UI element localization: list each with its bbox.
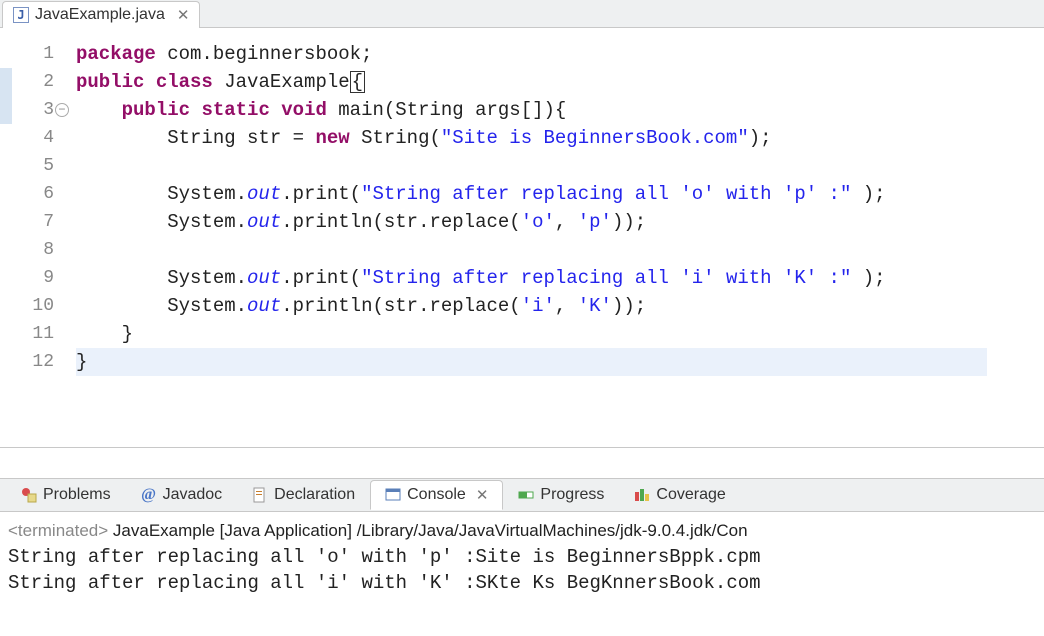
fold-icon[interactable]: −	[55, 103, 69, 117]
code-editor[interactable]: 1 2 3 − 4 5 6 7 8 9 10 11 12 package com…	[0, 28, 1044, 448]
line-number: 12	[12, 348, 60, 376]
line-number: 2	[12, 68, 60, 96]
line-number: 10	[12, 292, 60, 320]
line-number: 5	[12, 152, 60, 180]
close-icon[interactable]: ✕	[476, 486, 489, 504]
tab-console[interactable]: Console ✕	[370, 480, 503, 510]
line-number-gutter: 1 2 3 − 4 5 6 7 8 9 10 11 12	[12, 28, 60, 447]
problems-icon	[21, 487, 37, 503]
bottom-views-tab-bar: Problems @ Javadoc Declaration Console ✕…	[0, 478, 1044, 512]
javadoc-icon: @	[141, 487, 157, 503]
progress-icon	[518, 487, 534, 503]
line-number: 7	[12, 208, 60, 236]
line-number: 11	[12, 320, 60, 348]
coverage-icon	[634, 487, 650, 503]
console-line: String after replacing all 'o' with 'p' …	[8, 546, 761, 568]
tab-progress[interactable]: Progress	[503, 480, 619, 510]
current-line: }	[76, 348, 987, 376]
line-number: 4	[12, 124, 60, 152]
tab-title: JavaExample.java	[35, 6, 165, 24]
line-number: 6	[12, 180, 60, 208]
close-icon[interactable]: ✕	[177, 6, 190, 24]
editor-tab[interactable]: J JavaExample.java ✕	[2, 1, 200, 28]
cursor: {	[350, 71, 365, 93]
console-icon	[385, 487, 401, 503]
tab-javadoc[interactable]: @ Javadoc	[126, 480, 238, 510]
line-number: 3 −	[12, 96, 60, 124]
editor-tab-bar: J JavaExample.java ✕	[0, 0, 1044, 28]
line-number: 1	[12, 40, 60, 68]
tab-coverage[interactable]: Coverage	[619, 480, 740, 510]
tab-declaration[interactable]: Declaration	[237, 480, 370, 510]
console-status: <terminated>	[8, 521, 108, 540]
overview-ruler	[0, 28, 12, 447]
code-content[interactable]: package com.beginnersbook; public class …	[60, 28, 1044, 447]
console-line: String after replacing all 'i' with 'K' …	[8, 572, 761, 594]
line-number: 8	[12, 236, 60, 264]
console-output[interactable]: <terminated> JavaExample [Java Applicati…	[0, 512, 1044, 602]
java-file-icon: J	[13, 7, 29, 23]
console-run-config: JavaExample [Java Application] /Library/…	[108, 521, 747, 540]
line-number: 9	[12, 264, 60, 292]
declaration-icon	[252, 487, 268, 503]
tab-problems[interactable]: Problems	[6, 480, 126, 510]
